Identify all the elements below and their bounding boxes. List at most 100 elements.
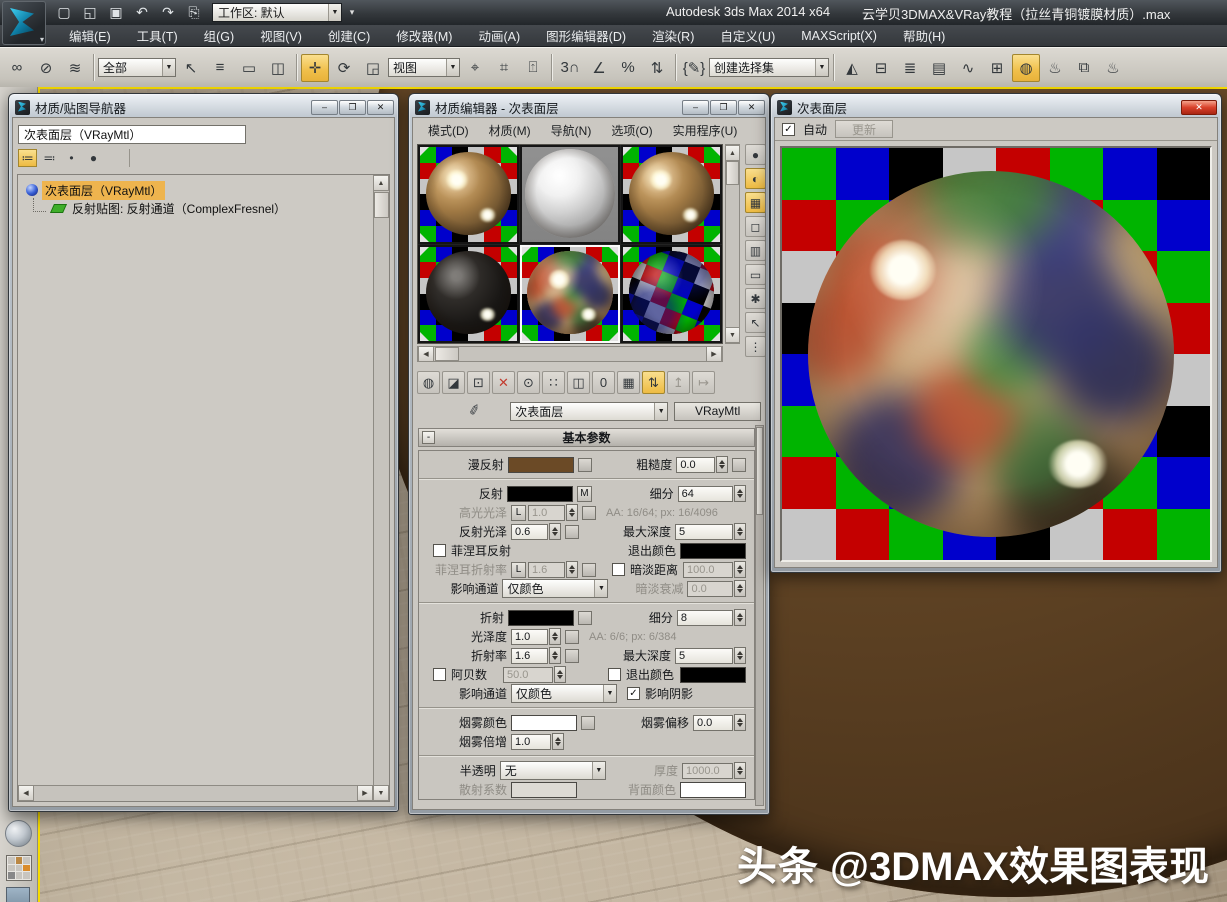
menu-item-11[interactable]: 帮助(H) xyxy=(890,24,958,47)
refract-map-button[interactable] xyxy=(578,611,592,625)
update-button[interactable]: 更新 xyxy=(835,120,893,138)
refract-exit-color-swatch[interactable] xyxy=(680,667,746,683)
subdivs-spinner[interactable] xyxy=(734,485,746,502)
material-id-channel-icon[interactable]: 0 xyxy=(592,371,615,394)
selection-filter-combo[interactable]: 全部 ▼ xyxy=(98,58,176,77)
editor-menu-item-4[interactable]: 实用程序(U) xyxy=(663,120,748,141)
affect-shadows-checkbox[interactable]: ✓ xyxy=(627,687,640,700)
menu-item-4[interactable]: 创建(C) xyxy=(315,24,383,47)
rectangular-selection-region-icon[interactable]: ▭ xyxy=(235,54,263,82)
dock-sphere-button[interactable] xyxy=(5,820,32,847)
scrollbar-thumb[interactable] xyxy=(374,192,389,218)
percent-snap-icon[interactable]: % xyxy=(614,54,642,82)
dock-grid-button[interactable] xyxy=(6,855,32,881)
layer-manager-icon[interactable]: ≣ xyxy=(896,54,924,82)
tree-child-label[interactable]: 反射贴图: 反射通道（ComplexFresnel） xyxy=(69,199,289,218)
hilight-gloss-map-button[interactable] xyxy=(582,506,596,520)
select-by-name-icon[interactable]: ≡ xyxy=(206,54,234,82)
dim-distance-checkbox[interactable] xyxy=(612,563,625,576)
sample-slot-2[interactable] xyxy=(520,145,621,244)
render-setup-icon[interactable]: ♨ xyxy=(1041,54,1069,82)
sample-slot-3[interactable] xyxy=(621,145,722,244)
edit-named-selection-sets-icon[interactable]: {✎} xyxy=(680,54,708,82)
roughness-map-button[interactable] xyxy=(732,458,746,472)
put-to-library-icon[interactable]: ◫ xyxy=(567,371,590,394)
new-file-icon[interactable]: ▢ xyxy=(52,2,76,23)
backlight-icon[interactable]: ◐ xyxy=(745,168,766,189)
view-list-icon[interactable]: ≔ xyxy=(18,149,37,167)
snap-toggle-3d-icon[interactable]: 3∩ xyxy=(556,54,584,82)
ior-field[interactable]: 1.6 xyxy=(511,648,548,664)
dim-distance-field[interactable]: 100.0 xyxy=(683,562,733,578)
render-production-icon[interactable]: ♨ xyxy=(1099,54,1127,82)
refl-gloss-spinner[interactable] xyxy=(549,523,561,540)
dim-falloff-field[interactable]: 0.0 xyxy=(687,581,733,597)
tree-row-child[interactable]: 反射贴图: 反射通道（ComplexFresnel） xyxy=(18,199,389,217)
options-icon[interactable]: ✱ xyxy=(745,288,766,309)
fresnel-ior-spinner[interactable] xyxy=(566,561,578,578)
make-preview-icon[interactable]: ▭ xyxy=(745,264,766,285)
keyboard-override-icon[interactable]: ⍐ xyxy=(519,54,547,82)
editor-titlebar[interactable]: 材质编辑器 - 次表面层 – ❐ ✕ xyxy=(412,97,766,117)
app-titlebar[interactable]: ▢◱▣↶↷⎘ 工作区: 默认 ▼ ▾ Autodesk 3ds Max 2014… xyxy=(0,0,1227,25)
refract-max-depth-spinner[interactable] xyxy=(734,647,746,664)
fog-mult-spinner[interactable] xyxy=(552,733,564,750)
menu-item-6[interactable]: 动画(A) xyxy=(465,24,533,47)
workspace-combo[interactable]: 工作区: 默认 ▼ xyxy=(212,3,342,22)
chevron-down-icon[interactable]: ▼ xyxy=(815,59,828,76)
sample-slot-1[interactable] xyxy=(418,145,519,244)
redo-icon[interactable]: ↷ xyxy=(156,2,180,23)
assign-material-to-selection-icon[interactable]: ⊡ xyxy=(467,371,490,394)
fresnel-ior-field[interactable]: 1.6 xyxy=(528,562,565,578)
dock-panel-button[interactable] xyxy=(6,887,30,902)
subdivs-field[interactable]: 64 xyxy=(678,486,733,502)
roughness-field[interactable]: 0.0 xyxy=(676,457,715,473)
menu-item-9[interactable]: 自定义(U) xyxy=(707,24,788,47)
auto-update-checkbox[interactable]: ✓ xyxy=(782,123,795,136)
fog-mult-field[interactable]: 1.0 xyxy=(511,734,551,750)
tree-row-root[interactable]: 次表面层（VRayMtl） xyxy=(18,181,389,199)
scatter-field[interactable] xyxy=(511,782,577,798)
roughness-spinner[interactable] xyxy=(716,456,728,473)
glossiness-map-button[interactable] xyxy=(565,630,579,644)
mirror-icon[interactable]: ◭ xyxy=(838,54,866,82)
select-object-icon[interactable]: ↖ xyxy=(177,54,205,82)
angle-snap-icon[interactable]: ∠ xyxy=(585,54,613,82)
abbe-spinner[interactable] xyxy=(554,666,566,683)
make-unique-icon[interactable]: ∷ xyxy=(542,371,565,394)
window-crossing-icon[interactable]: ◫ xyxy=(264,54,292,82)
reset-map-mtl-icon[interactable]: ✕ xyxy=(492,371,515,394)
close-button[interactable]: ✕ xyxy=(738,100,765,115)
tree-root-label[interactable]: 次表面层（VRayMtl） xyxy=(42,181,165,200)
align-icon[interactable]: ⊟ xyxy=(867,54,895,82)
refl-gloss-map-button[interactable] xyxy=(565,525,579,539)
scroll-down-icon[interactable]: ▼ xyxy=(725,327,740,343)
sample-uv-tiling-icon[interactable]: ◻ xyxy=(745,216,766,237)
maximize-button[interactable]: ❐ xyxy=(710,100,737,115)
editor-menu-item-2[interactable]: 导航(N) xyxy=(541,120,602,141)
slots-vertical-scrollbar[interactable]: ▲ ▼ xyxy=(725,144,740,344)
editor-menu-item-0[interactable]: 模式(D) xyxy=(418,120,479,141)
chevron-down-icon[interactable]: ▼ xyxy=(162,59,175,76)
view-small-icons-icon[interactable]: • xyxy=(62,149,81,167)
rendered-frame-window-icon[interactable]: ⧉ xyxy=(1070,54,1098,82)
fresnel-checkbox[interactable] xyxy=(433,544,446,557)
select-and-rotate-icon[interactable]: ⟳ xyxy=(330,54,358,82)
editor-menu-item-3[interactable]: 选项(O) xyxy=(601,120,662,141)
scrollbar-thumb[interactable] xyxy=(756,427,763,515)
diffuse-map-button[interactable] xyxy=(578,458,592,472)
chevron-down-icon[interactable]: ▼ xyxy=(603,685,616,702)
abbe-checkbox[interactable] xyxy=(433,668,446,681)
material-type-button[interactable]: VRayMtl xyxy=(674,402,761,421)
menu-item-0[interactable]: 编辑(E) xyxy=(56,24,124,47)
close-button[interactable]: ✕ xyxy=(367,100,394,115)
show-end-result-icon[interactable]: ⇅ xyxy=(642,371,665,394)
scroll-up-icon[interactable]: ▲ xyxy=(373,175,389,191)
view-list-materials-icon[interactable]: ≕ xyxy=(40,149,59,167)
thickness-spinner[interactable] xyxy=(734,762,746,779)
get-material-icon[interactable]: ◍ xyxy=(417,371,440,394)
preview-titlebar[interactable]: 次表面层 ✕ xyxy=(774,97,1218,117)
scroll-right-icon[interactable]: ▶ xyxy=(357,785,373,801)
collapse-icon[interactable]: - xyxy=(422,431,435,444)
exit-color-swatch[interactable] xyxy=(680,543,746,559)
